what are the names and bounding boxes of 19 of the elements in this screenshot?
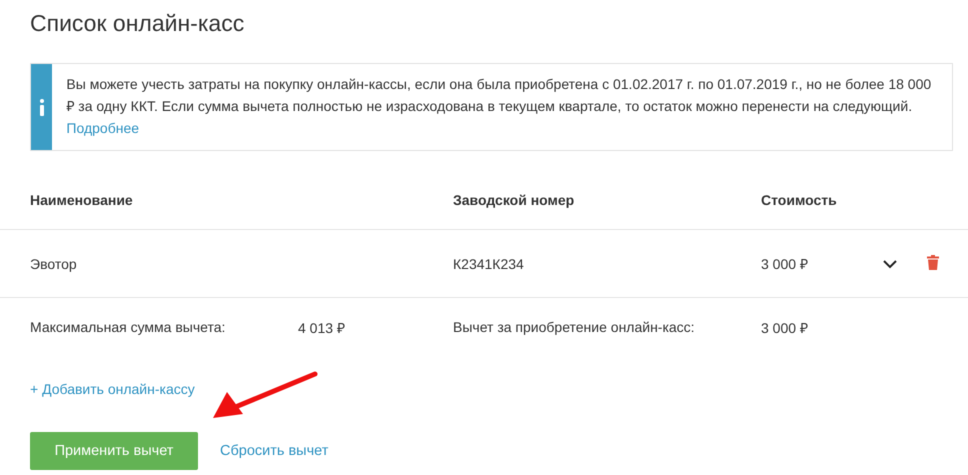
reset-link[interactable]: Сбросить вычет bbox=[220, 443, 328, 459]
summary-label: Вычет за приобретение онлайн-касс: bbox=[453, 319, 696, 335]
apply-button[interactable]: Применить вычет bbox=[30, 432, 198, 470]
add-kassa-link[interactable]: + Добавить онлайн-кассу bbox=[30, 381, 195, 397]
column-header: Стоимость bbox=[761, 192, 838, 208]
summary-value: 3 000 ₽ bbox=[761, 318, 809, 336]
chevron-icon[interactable] bbox=[883, 260, 897, 268]
table-cell-text: К2341К234 bbox=[453, 256, 525, 272]
table-cell-text: 3 000 ₽ bbox=[761, 255, 809, 273]
info-icon bbox=[38, 98, 45, 116]
more-link[interactable]: Подробнее bbox=[66, 120, 140, 136]
column-header: Заводской номер bbox=[453, 192, 576, 208]
summary-label: Максимальная сумма вычета: bbox=[30, 319, 226, 335]
info-text: Вы можете учесть затраты на покупку онлайн-кассы, если она была приобретена с 01.02.2017 г. по 01.07.2019 г., но не более 18 000 ₽ за одну ККТ. Если сумма вычета полностью не израсходована в текущем квартале, то остаток можно перенести на следующий. Подробнее bbox=[65, 75, 932, 138]
page-title: Список онлайн-касс bbox=[30, 9, 246, 38]
table-cell-text: Эвотор bbox=[30, 256, 78, 272]
trash-icon[interactable] bbox=[927, 254, 939, 270]
summary-value: 4 013 ₽ bbox=[298, 318, 346, 336]
column-header: Наименование bbox=[30, 192, 134, 208]
